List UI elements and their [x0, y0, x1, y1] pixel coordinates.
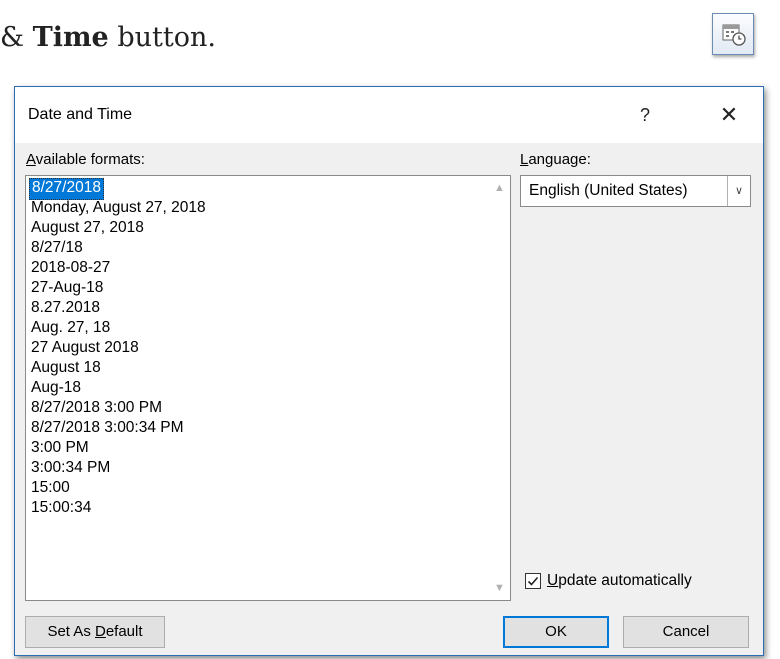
- language-dropdown[interactable]: English (United States) ∨: [520, 175, 751, 207]
- ok-button[interactable]: OK: [503, 616, 609, 648]
- formats-label-text: vailable formats:: [35, 151, 145, 168]
- language-value: English (United States): [529, 182, 688, 199]
- available-formats-list[interactable]: 8/27/2018 Monday, August 27, 2018 August…: [25, 175, 511, 601]
- close-button[interactable]: ✕: [711, 97, 747, 133]
- list-item[interactable]: 15:00: [29, 478, 72, 498]
- set-default-post: efault: [105, 623, 143, 640]
- caption-suffix: button.: [108, 22, 216, 53]
- list-item[interactable]: 8/27/2018 3:00:34 PM: [29, 418, 186, 438]
- available-formats-label: Available formats:: [26, 151, 145, 168]
- language-label-text: anguage:: [528, 151, 591, 168]
- set-default-accel: D: [94, 623, 106, 640]
- list-item[interactable]: 8.27.2018: [29, 298, 102, 318]
- checkmark-icon: [527, 576, 539, 586]
- date-time-dialog: Date and Time ? ✕ Available formats: 8/2…: [14, 86, 764, 656]
- list-item[interactable]: 27 August 2018: [29, 338, 141, 358]
- instruction-caption: & Time button.: [0, 22, 216, 53]
- scroll-down-icon[interactable]: ▼: [489, 578, 510, 598]
- update-label-accel: U: [547, 572, 559, 589]
- update-label-text: pdate automatically: [558, 572, 692, 589]
- checkbox-box[interactable]: [525, 573, 541, 589]
- list-item[interactable]: 8/27/2018: [29, 178, 104, 200]
- caption-prefix: &: [0, 22, 33, 53]
- formats-scrollbar[interactable]: ▲ ▼: [489, 176, 510, 600]
- dialog-title: Date and Time: [28, 106, 133, 123]
- set-as-default-button[interactable]: Set As Default: [25, 616, 165, 648]
- dialog-titlebar: Date and Time ? ✕: [15, 87, 763, 143]
- list-item[interactable]: 27-Aug-18: [29, 278, 105, 298]
- list-item[interactable]: 3:00:34 PM: [29, 458, 112, 478]
- set-default-pre: Set As: [47, 623, 95, 640]
- list-item[interactable]: 8/27/18: [29, 238, 85, 258]
- caption-bold: Time: [32, 22, 109, 53]
- list-item[interactable]: Monday, August 27, 2018: [29, 198, 208, 218]
- cancel-button[interactable]: Cancel: [623, 616, 749, 648]
- list-item[interactable]: Aug-18: [29, 378, 83, 398]
- update-automatically-label[interactable]: Update automatically: [547, 572, 692, 590]
- list-item[interactable]: 15:00:34: [29, 498, 93, 518]
- formats-label-accel: A: [26, 151, 36, 168]
- list-item[interactable]: August 18: [29, 358, 103, 378]
- scroll-up-icon[interactable]: ▲: [489, 178, 510, 198]
- language-label: Language:: [520, 151, 591, 168]
- list-item[interactable]: 2018-08-27: [29, 258, 112, 278]
- list-item[interactable]: August 27, 2018: [29, 218, 146, 238]
- list-item[interactable]: Aug. 27, 18: [29, 318, 112, 338]
- list-item[interactable]: 3:00 PM: [29, 438, 91, 458]
- date-time-icon[interactable]: [712, 13, 754, 55]
- list-item[interactable]: 8/27/2018 3:00 PM: [29, 398, 164, 418]
- chevron-down-icon[interactable]: ∨: [727, 176, 750, 206]
- help-button[interactable]: ?: [627, 97, 663, 133]
